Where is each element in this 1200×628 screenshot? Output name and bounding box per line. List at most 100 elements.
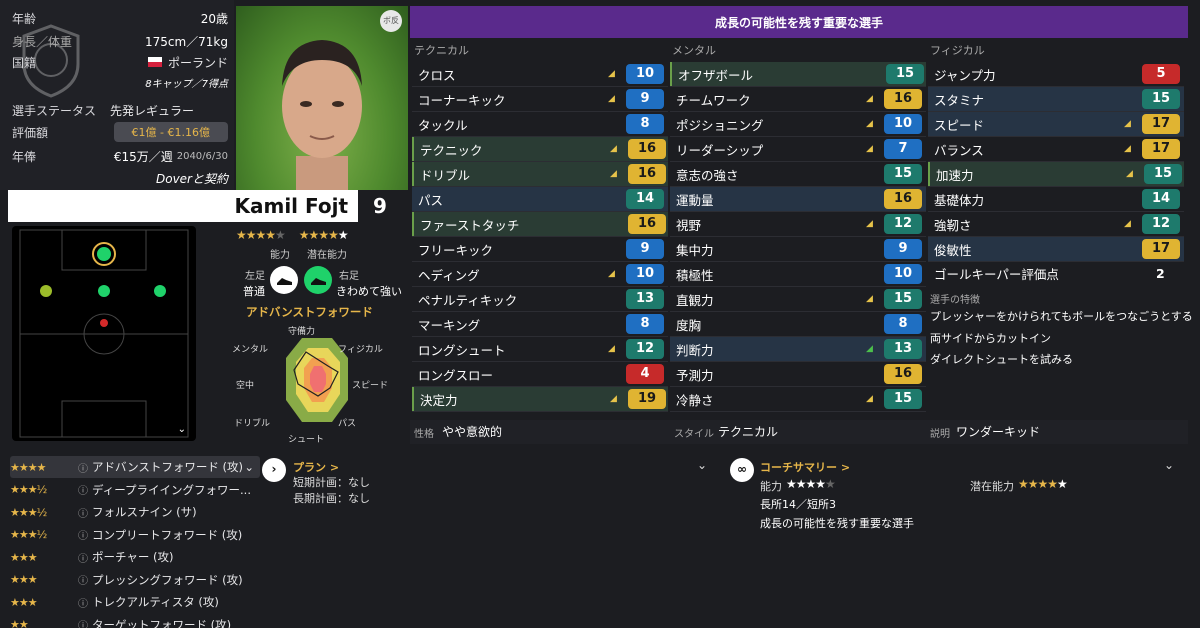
attribute-row[interactable]: 冷静さ ◢ 15 [670,387,926,411]
info-icon[interactable]: ⓘ [78,550,88,565]
coach-summary-title[interactable]: コーチサマリー > [760,459,850,475]
coach-pa-label: 潜在能力 [970,480,1014,493]
attribute-row[interactable]: 積極性 10 [670,262,926,286]
attribute-name: 運動量 [676,192,714,208]
attribute-row[interactable]: 視野 ◢ 12 [670,212,926,236]
ca-label: 能力 [270,250,290,261]
info-icon[interactable]: ⓘ [78,527,88,542]
coach-ca-label: 能力 [760,480,782,493]
role-name-label: トレクアルティスタ (攻) [92,595,219,609]
attribute-row[interactable]: 運動量 16 [670,187,926,211]
value-pill[interactable]: €1億 - €1.16億 [113,122,228,142]
attribute-row[interactable]: チームワーク ◢ 16 [670,87,926,111]
role-list-item[interactable]: ★★★½ ⓘ フォルスナイン (サ) [10,501,260,523]
attribute-row[interactable]: テクニック ◢ 16 [412,137,668,161]
info-icon[interactable]: ⓘ [78,505,88,520]
attribute-value-badge: 16 [628,214,666,234]
role-name[interactable]: アドバンストフォワード [246,304,373,320]
contract-club[interactable]: Doverと契約 [156,170,228,187]
attribute-row[interactable]: ジャンプ力 5 [928,62,1184,86]
attribute-row[interactable]: タックル 8 [412,112,668,136]
attribute-row[interactable]: ロングシュート ◢ 12 [412,337,668,361]
attribute-name: 意志の強さ [676,167,739,183]
attribute-row[interactable]: ロングスロー 4 [412,362,668,386]
trend-arrow-icon: ◢ [608,344,615,354]
position-pitch[interactable]: ⌄ [12,226,196,441]
trend-arrow-icon: ◢ [610,394,617,404]
attribute-row[interactable]: リーダーシップ ◢ 7 [670,137,926,161]
coach-chevron-down-icon[interactable]: ⌄ [1164,458,1174,472]
attribute-value-badge: 15 [884,289,922,309]
role-list-item[interactable]: ★★★★ ⓘ アドバンストフォワード (攻) ⌄ [10,456,260,478]
trend-arrow-icon: ◢ [866,144,873,154]
role-list-item[interactable]: ★★★½ ⓘ ディープライイングフォワー... [10,479,260,501]
trait-item[interactable]: 両サイドからカットイン [930,330,1051,346]
info-icon[interactable]: ⓘ [78,595,88,610]
trait-item[interactable]: ダイレクトシュートを試みる [930,351,1073,367]
chevron-down-icon[interactable]: ⌄ [178,424,186,435]
info-icon[interactable]: ⓘ [78,572,88,587]
attribute-name: 集中力 [676,242,714,258]
attribute-name: ジャンプ力 [934,67,996,83]
attribute-row[interactable]: スタミナ 15 [928,87,1184,111]
ability-stars: ★★★★★ ★★★★★ [236,228,349,242]
attribute-row[interactable]: 集中力 9 [670,237,926,261]
row-divider [670,411,926,412]
role-list-item[interactable]: ★★★ ⓘ ポーチャー (攻) [10,546,260,568]
attribute-row[interactable]: バランス ◢ 17 [928,137,1184,161]
attribute-row[interactable]: ファーストタッチ 16 [412,212,668,236]
attribute-row[interactable]: マーキング 8 [412,312,668,336]
plan-chevron-down-icon[interactable]: ⌄ [697,458,707,472]
attribute-value-badge: 16 [884,89,922,109]
attribute-row[interactable]: パス 14 [412,187,668,211]
attribute-row[interactable]: 基礎体力 14 [928,187,1184,211]
attribute-name: 度胸 [676,317,702,333]
attribute-name: 視野 [676,217,702,233]
attribute-row[interactable]: コーナーキック ◢ 9 [412,87,668,111]
attribute-row[interactable]: 意志の強さ 15 [670,162,926,186]
attribute-name: コーナーキック [418,92,506,108]
role-list-item[interactable]: ★★★ ⓘ プレッシングフォワード (攻) [10,569,260,591]
attribute-row[interactable]: フリーキック 9 [412,237,668,261]
trend-arrow-icon: ◢ [866,344,873,354]
attribute-value-badge: 7 [884,139,922,159]
attribute-row[interactable]: 予測力 16 [670,362,926,386]
description-value: ワンダーキッド [956,425,1041,439]
trend-arrow-icon: ◢ [866,394,873,404]
nation-link[interactable]: ポーランド [147,54,228,71]
attribute-row[interactable]: ペナルティキック 13 [412,287,668,311]
attribute-row[interactable]: オフザボール 15 [670,62,926,86]
info-icon[interactable]: ⓘ [78,482,88,497]
role-stars: ★★★★ [10,460,46,474]
info-icon[interactable]: ⓘ [78,460,88,475]
attribute-row[interactable]: クロス ◢ 10 [412,62,668,86]
expand-arrow-button[interactable]: › [262,458,286,482]
role-list-item[interactable]: ★★★ ⓘ トレクアルティスタ (攻) [10,591,260,613]
attribute-row[interactable]: 直観力 ◢ 15 [670,287,926,311]
role-list-item[interactable]: ★★ ⓘ ターゲットフォワード (攻) [10,614,260,628]
attribute-row[interactable]: 強靭さ ◢ 12 [928,212,1184,236]
attribute-row[interactable]: 度胸 8 [670,312,926,336]
trait-item[interactable]: プレッシャーをかけられてもボールをつなごうとする [930,308,1193,324]
role-list-item[interactable]: ★★★½ ⓘ コンプリートフォワード (攻) [10,524,260,546]
plan-title[interactable]: プラン > [293,459,339,475]
photo-badge[interactable]: ボ反 [380,10,402,32]
attribute-row[interactable]: スピード ◢ 17 [928,112,1184,136]
attribute-row[interactable]: 判断力 ◢ 13 [670,337,926,361]
attribute-value-badge: 15 [1144,164,1182,184]
attribute-row[interactable]: ポジショニング ◢ 10 [670,112,926,136]
attribute-row[interactable]: ドリブル ◢ 16 [412,162,668,186]
chevron-down-icon[interactable]: ⌄ [244,460,254,474]
left-foot-value: 普通 [243,285,265,298]
attribute-row[interactable]: 加速力 ◢ 15 [928,162,1184,186]
description-label: 説明 [930,429,950,440]
info-icon[interactable]: ⓘ [78,617,88,628]
trend-arrow-icon: ◢ [610,169,617,179]
potential-ability-stars: ★★★★★ [298,228,349,242]
attribute-row[interactable]: 決定力 ◢ 19 [412,387,668,411]
role-name-label: ポーチャー (攻) [92,550,174,564]
attribute-value-badge: 8 [884,314,922,334]
attribute-value-badge: 13 [884,339,922,359]
attribute-row[interactable]: 俊敏性 17 [928,237,1184,261]
attribute-row[interactable]: ヘディング ◢ 10 [412,262,668,286]
